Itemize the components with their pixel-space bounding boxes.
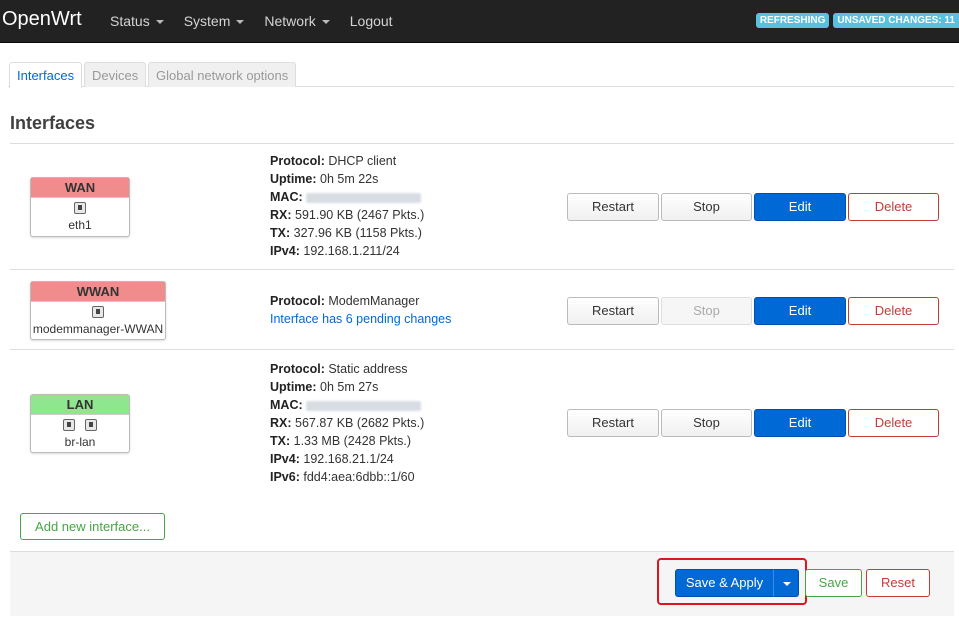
brand-logo[interactable]: OpenWrt: [2, 8, 82, 31]
table-row-lan: LAN br-lan Protocol: Static address Upti…: [10, 349, 954, 495]
rx-label: RX:: [270, 208, 292, 222]
delete-button[interactable]: Delete: [848, 297, 939, 325]
tx-label: TX:: [270, 434, 291, 448]
refreshing-badge[interactable]: REFRESHING: [755, 13, 830, 28]
uptime-label: Uptime:: [270, 380, 317, 394]
ipv4-label: IPv4:: [270, 244, 300, 258]
ipv6-label: IPv6:: [270, 470, 300, 484]
nav-network[interactable]: Network: [254, 0, 339, 43]
modem-icon: [92, 306, 104, 318]
restart-button[interactable]: Restart: [567, 193, 659, 221]
page-title: Interfaces: [10, 113, 96, 133]
nav-logout-label: Logout: [349, 13, 393, 29]
nav-network-label: Network: [264, 13, 316, 29]
protocol-label: Protocol:: [270, 154, 325, 168]
nav-status[interactable]: Status: [100, 0, 174, 43]
interface-name: WAN: [31, 178, 129, 198]
device-name: br-lan: [64, 435, 96, 449]
save-apply-button[interactable]: Save & Apply: [675, 569, 774, 597]
tab-bar: Interfaces Devices Global network option…: [8, 62, 954, 88]
edit-button[interactable]: Edit: [754, 193, 846, 221]
interface-badge-lan: LAN br-lan: [30, 394, 130, 453]
rx-label: RX:: [270, 416, 292, 430]
tab-global-network-options[interactable]: Global network options: [148, 62, 297, 87]
tx-value: 327.96 KB (1158 Pkts.): [293, 226, 422, 240]
stop-button[interactable]: Stop: [661, 409, 752, 437]
mac-label: MAC:: [270, 190, 303, 204]
interface-info-lan: Protocol: Static address Uptime: 0h 5m 2…: [270, 360, 424, 486]
rx-value: 567.87 KB (2682 Pkts.): [295, 416, 425, 430]
mac-value-redacted: [306, 400, 422, 411]
ethernet-port-icon: [84, 419, 97, 431]
uptime-value: 0h 5m 22s: [320, 172, 379, 186]
interface-info-wan: Protocol: DHCP client Uptime: 0h 5m 22s …: [270, 152, 424, 260]
table-row-wan: WAN eth1 Protocol: DHCP client Uptime: 0…: [10, 143, 954, 269]
pending-changes-note: Interface has 6 pending changes: [270, 312, 452, 326]
delete-button[interactable]: Delete: [848, 193, 939, 221]
protocol-label: Protocol:: [270, 294, 325, 308]
tab-devices[interactable]: Devices: [84, 62, 147, 87]
ipv4-label: IPv4:: [270, 452, 300, 466]
nav-system[interactable]: System: [174, 0, 255, 43]
tab-interfaces[interactable]: Interfaces: [9, 62, 83, 88]
delete-button[interactable]: Delete: [848, 409, 939, 437]
protocol-label: Protocol:: [270, 362, 325, 376]
nav-logout[interactable]: Logout: [340, 0, 403, 43]
rx-value: 591.90 KB (2467 Pkts.): [295, 208, 425, 222]
bridge-icon: [63, 419, 76, 431]
caret-down-icon: [321, 20, 330, 25]
interface-name: WWAN: [31, 282, 165, 302]
ipv4-value: 192.168.21.1/24: [303, 452, 394, 466]
ipv4-value: 192.168.1.211/24: [303, 244, 400, 258]
stop-button-disabled: Stop: [661, 297, 752, 325]
save-button[interactable]: Save: [805, 569, 862, 597]
edit-button[interactable]: Edit: [754, 409, 846, 437]
unsaved-changes-badge[interactable]: UNSAVED CHANGES: 11: [833, 13, 959, 28]
main-nav: Status System Network Logout: [100, 0, 403, 43]
protocol-value: DHCP client: [328, 154, 397, 168]
protocol-value: Static address: [328, 362, 408, 376]
interface-name: LAN: [31, 395, 129, 415]
uptime-value: 0h 5m 27s: [320, 380, 379, 394]
interface-info-wwan: Protocol: ModemManager Interface has 6 p…: [270, 292, 451, 328]
tx-label: TX:: [270, 226, 291, 240]
restart-button[interactable]: Restart: [567, 409, 659, 437]
uptime-label: Uptime:: [270, 172, 317, 186]
mac-label: MAC:: [270, 398, 303, 412]
reset-button[interactable]: Reset: [866, 569, 930, 597]
add-new-interface-button[interactable]: Add new interface...: [20, 513, 165, 540]
top-navbar: OpenWrt Status System Network Logout REF…: [0, 0, 959, 43]
ipv6-value: fdd4:aea:6dbb::1/60: [303, 470, 415, 484]
caret-down-icon: [155, 20, 164, 25]
mac-value-redacted: [306, 192, 422, 203]
caret-down-icon: [783, 582, 791, 586]
edit-button[interactable]: Edit: [754, 297, 846, 325]
status-badges: REFRESHING UNSAVED CHANGES: 11: [755, 13, 959, 28]
caret-down-icon: [236, 20, 245, 25]
table-row-wwan: WWAN modemmanager-WWAN Protocol: ModemMa…: [10, 269, 954, 349]
interface-badge-wan: WAN eth1: [30, 177, 130, 237]
protocol-value: ModemManager: [328, 294, 420, 308]
nav-system-label: System: [183, 13, 231, 29]
restart-button[interactable]: Restart: [567, 297, 659, 325]
tx-value: 1.33 MB (2428 Pkts.): [293, 434, 412, 448]
device-name: modemmanager-WWAN: [32, 322, 164, 336]
nav-status-label: Status: [110, 13, 150, 29]
device-name: eth1: [68, 218, 92, 232]
interface-badge-wwan: WWAN modemmanager-WWAN: [30, 281, 166, 340]
save-apply-dropdown-toggle[interactable]: [773, 569, 799, 597]
stop-button[interactable]: Stop: [661, 193, 752, 221]
ethernet-port-icon: [74, 202, 86, 214]
